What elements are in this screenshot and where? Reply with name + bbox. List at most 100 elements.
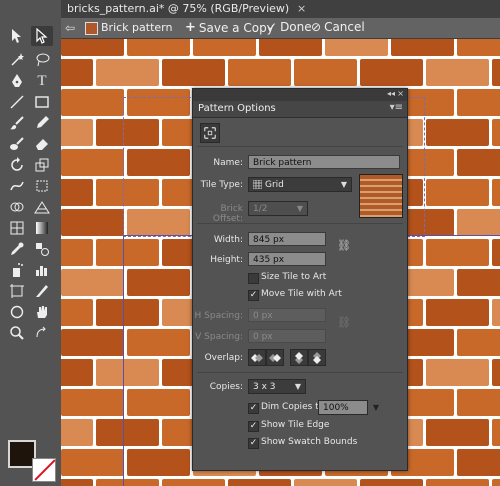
- show-swatch-bounds-label: Show Swatch Bounds: [261, 437, 358, 447]
- chevron-down-icon: ▼: [296, 204, 303, 213]
- panel-title-bar: Pattern Options ▾≡: [193, 101, 407, 118]
- height-label: Height:: [210, 255, 243, 265]
- brick: [61, 59, 93, 86]
- scale-tool-icon[interactable]: [31, 155, 53, 175]
- column-graph-tool-icon[interactable]: [31, 260, 53, 280]
- direct-selection-tool-icon[interactable]: [31, 26, 53, 46]
- brick: [61, 449, 124, 476]
- ellipse-tool-icon[interactable]: [6, 302, 28, 322]
- height-field[interactable]: 435 px: [248, 252, 326, 266]
- constrain-proportions-link-icon[interactable]: ⛓: [337, 239, 351, 252]
- show-swatch-bounds-checkbox[interactable]: ✓: [248, 438, 259, 449]
- document-tab-bar: bricks_pattern.ai* @ 75% (RGB/Preview) ×: [61, 0, 500, 19]
- gradient-tool-icon[interactable]: [31, 218, 53, 238]
- artboard-tool-icon[interactable]: [6, 281, 28, 301]
- dim-copies-checkbox[interactable]: ✓: [248, 403, 259, 414]
- size-tile-label: Size Tile to Art: [261, 272, 327, 282]
- brick: [325, 39, 388, 56]
- back-arrow-icon[interactable]: ⇦: [65, 21, 75, 35]
- overlap-right-in-front-button[interactable]: [266, 349, 284, 366]
- pattern-name-field[interactable]: Brick pattern: [248, 155, 400, 169]
- overlap-bottom-in-front-button[interactable]: [308, 349, 326, 366]
- brick: [425, 179, 489, 206]
- close-tab-icon[interactable]: ×: [297, 2, 306, 15]
- brick: [61, 299, 93, 326]
- h-spacing-field: 0 px: [248, 308, 326, 322]
- warp-tool-icon[interactable]: [6, 176, 28, 196]
- magic-wand-tool-icon[interactable]: [6, 50, 28, 70]
- shape-builder-tool-icon[interactable]: [6, 197, 28, 217]
- overlap-top-in-front-button[interactable]: [290, 349, 308, 366]
- show-tile-edge-checkbox[interactable]: ✓: [248, 421, 259, 432]
- overlap-top-icon: [295, 351, 303, 364]
- brick: [61, 359, 93, 386]
- overlap-bottom-icon: [313, 351, 321, 364]
- line-segment-tool-icon[interactable]: [6, 92, 28, 112]
- hand-tool-icon[interactable]: [31, 302, 53, 322]
- selection-tool-icon[interactable]: [6, 26, 28, 46]
- brick: [61, 479, 93, 486]
- eraser-tool-icon[interactable]: [31, 134, 53, 154]
- copies-select[interactable]: 3 x 3 ▼: [248, 379, 306, 394]
- dim-copies-select[interactable]: 100% ▼: [318, 400, 379, 415]
- slice-tool-icon[interactable]: [31, 281, 53, 301]
- pen-tool-icon[interactable]: [6, 71, 28, 91]
- brick-offset-select: 1/2 ▼: [248, 201, 308, 216]
- v-spacing-field: 0 px: [248, 329, 326, 343]
- pattern-tile-tool-button[interactable]: [200, 123, 220, 143]
- zoom-tool-icon[interactable]: [6, 323, 28, 343]
- pattern-editing-bar: ⇦ Brick pattern + Save a Copy ✓ Done ⊘ Canc…: [61, 18, 500, 39]
- pencil-tool-icon[interactable]: [31, 113, 53, 133]
- spacing-link-icon: ⛓: [337, 316, 351, 329]
- brick: [391, 39, 454, 56]
- dim-copies-value: 100%: [323, 403, 349, 413]
- name-label: Name:: [213, 158, 243, 168]
- paintbrush-tool-icon[interactable]: [6, 113, 28, 133]
- overlap-left-in-front-button[interactable]: [248, 349, 266, 366]
- document-tab-title[interactable]: bricks_pattern.ai* @ 75% (RGB/Preview): [67, 2, 289, 15]
- brick: [95, 59, 159, 86]
- brick: [491, 119, 500, 146]
- stroke-color-swatch[interactable]: [32, 458, 56, 482]
- mesh-tool-icon[interactable]: [6, 218, 28, 238]
- width-field[interactable]: 845 px: [248, 232, 326, 246]
- brick: [61, 89, 124, 116]
- blob-brush-tool-icon[interactable]: [6, 134, 28, 154]
- close-panel-icon[interactable]: ×: [397, 89, 404, 98]
- save-copy-button[interactable]: + Save a Copy: [185, 20, 274, 35]
- brick: [359, 59, 423, 86]
- fill-stroke-swap-icon[interactable]: [31, 323, 53, 343]
- symbol-sprayer-tool-icon[interactable]: [6, 260, 28, 280]
- brick: [61, 269, 124, 296]
- chevron-down-icon: ▼: [294, 382, 301, 391]
- overlap-right-icon: [269, 353, 281, 362]
- brick: [293, 59, 357, 86]
- tile-tool-icon: [204, 127, 216, 139]
- eyedropper-tool-icon[interactable]: [6, 239, 28, 259]
- overlap-left-icon: [251, 353, 263, 362]
- brick: [491, 179, 500, 206]
- panel-drag-bar[interactable]: ◂◂ ×: [193, 89, 407, 101]
- panel-menu-icon[interactable]: ▾≡: [390, 102, 403, 113]
- brick: [127, 39, 190, 56]
- brick: [227, 59, 291, 86]
- lasso-tool-icon[interactable]: [31, 50, 53, 70]
- rectangle-tool-icon[interactable]: [31, 92, 53, 112]
- chevron-down-icon: ▼: [340, 180, 347, 189]
- type-tool-icon[interactable]: T: [31, 71, 53, 91]
- brick: [491, 59, 500, 86]
- brick: [61, 209, 124, 236]
- collapse-panel-icon[interactable]: ◂◂: [387, 89, 395, 98]
- pattern-preview-swatch: [359, 174, 403, 218]
- size-tile-checkbox[interactable]: [248, 273, 259, 284]
- blend-tool-icon[interactable]: [31, 239, 53, 259]
- tile-type-select[interactable]: Grid ▼: [248, 177, 352, 192]
- free-transform-tool-icon[interactable]: [31, 176, 53, 196]
- move-tile-checkbox[interactable]: ✓: [248, 290, 259, 301]
- cancel-button[interactable]: ⊘ Cancel: [311, 20, 365, 34]
- brick: [457, 39, 500, 56]
- rotate-tool-icon[interactable]: [6, 155, 28, 175]
- brick: [457, 209, 500, 236]
- done-button[interactable]: ✓ Done: [267, 20, 312, 34]
- perspective-grid-tool-icon[interactable]: [31, 197, 53, 217]
